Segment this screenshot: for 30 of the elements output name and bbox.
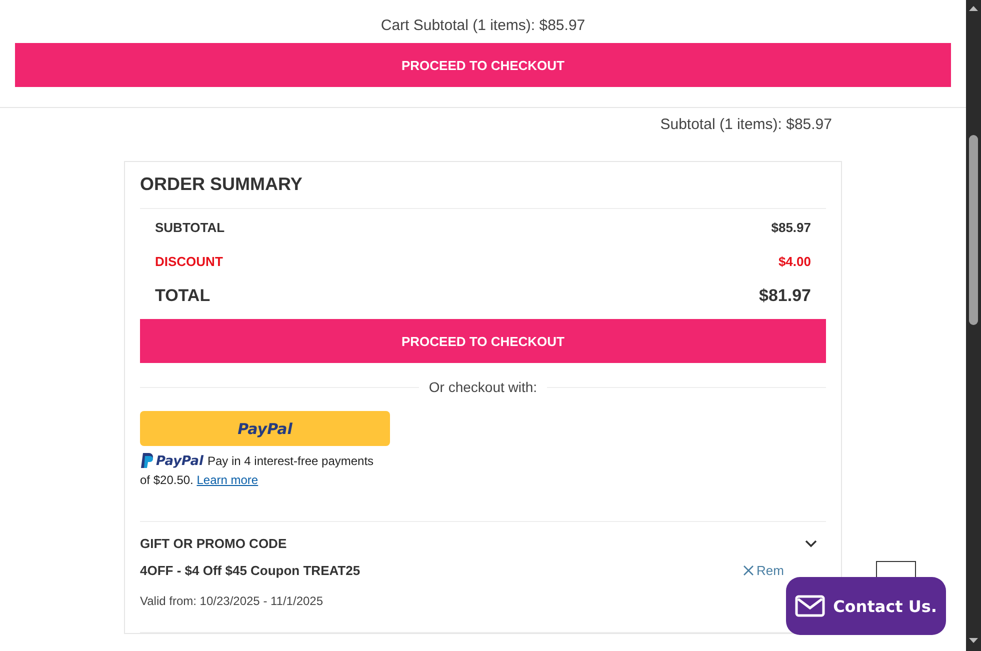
chevron-icon[interactable] [804, 538, 818, 548]
alt-checkout-label: Or checkout with: [428, 379, 538, 395]
cart-subtotal: Cart Subtotal (1 items): $85.97 [380, 17, 586, 34]
paypal-icon [140, 453, 153, 468]
contact-button[interactable]: Contact Us. [786, 577, 946, 635]
paypal-message: Pay in 4 interest-free payments [207, 454, 374, 468]
remove-link[interactable]: Rem [742, 563, 784, 578]
mail-icon [795, 595, 826, 617]
paypal-message: of $20.50. [140, 473, 194, 487]
checkout-button[interactable]: PROCEED TO CHECKOUT [15, 43, 951, 87]
summary-value: $85.97 [771, 220, 811, 234]
summary-title: ORDER SUMMARY [140, 174, 826, 209]
scrollbar[interactable] [966, 0, 981, 651]
summary-value: $81.97 [759, 286, 811, 306]
scroll-up-icon[interactable] [969, 5, 978, 11]
valid-dates: Valid from: 10/23/2025 - 11/1/2025 [140, 594, 324, 608]
summary-value: $4.00 [778, 254, 811, 268]
paypal-brand: PayPal [156, 454, 204, 469]
close-icon [742, 565, 754, 576]
scroll-thumb[interactable] [969, 135, 978, 325]
summary-label: TOTAL [155, 286, 210, 306]
coupon-text: 4OFF - $4 Off $45 Coupon TREAT25 [140, 563, 360, 578]
subtotal-text: Subtotal (1 items): $85.97 [660, 116, 832, 133]
learn-more-link[interactable]: Learn more [196, 473, 258, 487]
promo-title: GIFT OR PROMO CODE [140, 536, 287, 551]
summary-label: SUBTOTAL [155, 220, 225, 234]
checkout-button[interactable]: PROCEED TO CHECKOUT [140, 319, 826, 363]
paypal-button[interactable]: PayPal [140, 411, 390, 446]
summary-label: DISCOUNT [155, 254, 223, 268]
scroll-down-icon[interactable] [969, 638, 978, 644]
